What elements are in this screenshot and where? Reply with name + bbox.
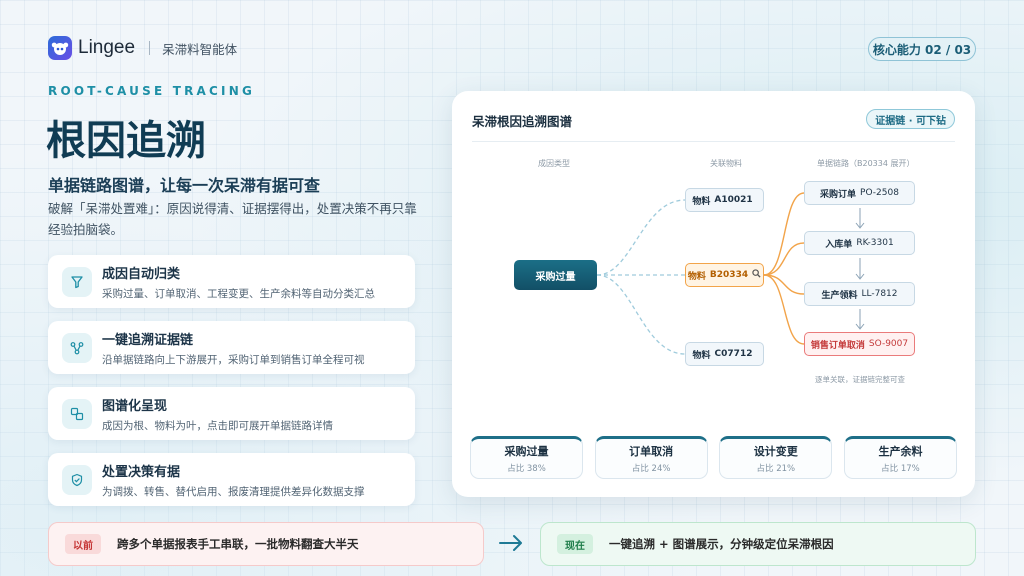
stat-value: 占比 17% [881, 464, 920, 474]
stat-value: 占比 24% [631, 464, 671, 474]
brand-logo: Lingee 呆滞料智能体 [48, 36, 237, 60]
stat-name: 采购过量 [504, 445, 549, 458]
after-text: 一键追溯 + 图谱展示，分钟级定位呆滞根因 [609, 537, 834, 551]
chain-type: 销售订单取消 [810, 340, 865, 351]
before-text: 跨多个单据报表手工串联，一批物料翻查大半天 [117, 537, 359, 551]
material-node-c07712[interactable]: 物料 C07712 [685, 342, 764, 366]
stat-card[interactable]: 设计变更 占比 21% [719, 436, 833, 479]
page-subtitle: 单据链路图谱，让每一次呆滞有据可查 [48, 176, 321, 195]
stat-card[interactable]: 订单取消 占比 24% [594, 436, 708, 479]
stat-card[interactable]: 采购过量 占比 38% [470, 436, 583, 479]
after-banner: 现在 一键追溯 + 图谱展示，分钟级定位呆滞根因 [540, 522, 976, 566]
chain-code: RK-3301 [856, 238, 894, 248]
before-banner: 以前 跨多个单据报表手工串联，一批物料翻查大半天 [48, 522, 484, 566]
chain-node-material-issue[interactable]: 生产领料 LL-7812 [804, 282, 915, 306]
stat-card[interactable]: 生产余料 占比 17% [843, 436, 957, 479]
stat-name: 生产余料 [878, 445, 923, 458]
after-tag: 现在 [557, 534, 593, 554]
chain-code: PO-2508 [860, 188, 899, 198]
material-label: 物料 [692, 350, 711, 361]
feature-card-classification[interactable]: 成因自动归类 采购过量、订单取消、工程变更、生产余料等自动分类汇总 [48, 255, 415, 308]
chain-node-sales-cancel[interactable]: 销售订单取消 SO-9007 [804, 332, 915, 356]
section-eyebrow: ROOT-CAUSE TRACING [48, 84, 256, 98]
page-description: 破解「呆滞处置难」：原因说得清、证据摆得出，处置决策不再只靠经验拍脑袋。 [48, 201, 417, 237]
product-name: 呆滞料智能体 [162, 41, 238, 57]
material-code: B20334 [709, 270, 749, 280]
material-node-b20334[interactable]: 物料 B20334 [685, 263, 764, 287]
material-code: A10021 [714, 195, 753, 205]
stat-value: 占比 38% [507, 464, 546, 474]
feature-list: 成因自动归类 采购过量、订单取消、工程变更、生产余料等自动分类汇总 一键追溯证据… [48, 255, 415, 519]
feature-desc: 成因为根、物料为叶，点击即可展开单据链路详情 [102, 419, 333, 432]
chain-type: 生产领料 [821, 290, 858, 301]
feature-title: 处置决策有据 [102, 464, 181, 480]
material-label: 物料 [687, 271, 706, 282]
arrow-right-icon [498, 533, 524, 557]
brand-name: Lingee [78, 37, 136, 58]
stat-name: 订单取消 [629, 445, 674, 458]
page-indicator-badge: 核心能力 02 / 03 [868, 37, 976, 61]
feature-title: 成因自动归类 [102, 266, 181, 282]
feature-card-tracing[interactable]: 一键追溯证据链 沿单据链路向上下游展开，采购订单到销售订单全程可视 [48, 321, 415, 374]
share-nodes-icon [62, 332, 92, 363]
copy-squares-icon [62, 398, 92, 429]
chain-type: 采购订单 [820, 189, 857, 200]
brand-divider [149, 41, 151, 55]
shield-check-icon [62, 464, 92, 495]
feature-desc: 为调拨、转售、替代启用、报废清理提供差异化数据支撑 [102, 485, 365, 498]
root-cause-graph-panel: 呆滞根因追溯图谱 证据链 · 可下钻 成因类型 关联物料 单据链路（B20334… [452, 91, 975, 497]
stat-value: 占比 21% [756, 464, 796, 474]
material-label: 物料 [692, 196, 711, 207]
chain-node-purchase-order[interactable]: 采购订单 PO-2508 [804, 181, 915, 205]
feature-desc: 采购过量、订单取消、工程变更、生产余料等自动分类汇总 [102, 287, 375, 300]
before-tag: 以前 [65, 534, 101, 554]
feature-title: 图谱化呈现 [102, 398, 168, 414]
graph-footnote: 逐单关联，证据链完整可查 [815, 375, 905, 384]
funnel-icon [62, 266, 92, 297]
material-code: C07712 [714, 349, 753, 359]
feature-title: 一键追溯证据链 [102, 332, 194, 348]
chain-code: LL-7812 [861, 289, 898, 299]
lingee-logo-icon [48, 36, 72, 60]
material-node-a10021[interactable]: 物料 A10021 [685, 188, 764, 212]
feature-desc: 沿单据链路向上下游展开，采购订单到销售订单全程可视 [102, 353, 365, 366]
root-node-cause[interactable]: 采购过量 [514, 260, 597, 290]
chain-node-inbound[interactable]: 入库单 RK-3301 [804, 231, 915, 255]
feature-card-graph[interactable]: 图谱化呈现 成因为根、物料为叶，点击即可展开单据链路详情 [48, 387, 415, 440]
page-title: 根因追溯 [46, 118, 206, 164]
cause-stats-row: 采购过量 占比 38% 订单取消 占比 24% 设计变更 占比 21% 生产余料… [470, 436, 957, 479]
chain-type: 入库单 [825, 239, 853, 250]
stat-name: 设计变更 [753, 445, 798, 458]
magnifier-icon [752, 269, 761, 281]
chain-code: SO-9007 [868, 339, 909, 349]
feature-card-decision[interactable]: 处置决策有据 为调拨、转售、替代启用、报废清理提供差异化数据支撑 [48, 453, 415, 506]
